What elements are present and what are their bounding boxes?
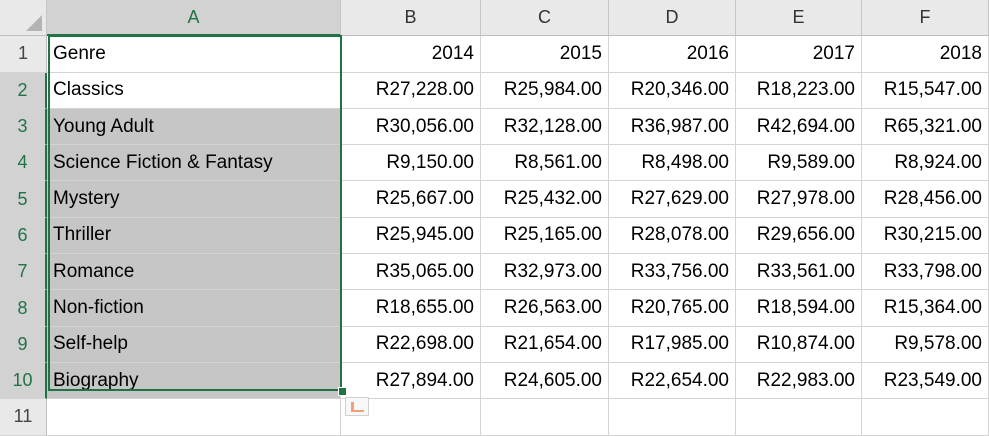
row-header-1[interactable]: 1 xyxy=(0,36,47,73)
row-header-5[interactable]: 5 xyxy=(0,181,47,218)
cell-a3[interactable]: Young Adult xyxy=(47,108,341,146)
cell-a7[interactable]: Romance xyxy=(47,254,341,291)
cell-d4[interactable]: R8,498.00 xyxy=(609,145,736,182)
row-header-8[interactable]: 8 xyxy=(0,290,47,327)
cell-a11[interactable] xyxy=(47,399,341,436)
cell-f2[interactable]: R15,547.00 xyxy=(862,72,989,109)
cell-b6[interactable]: R25,945.00 xyxy=(341,217,481,255)
row-header-9[interactable]: 9 xyxy=(0,326,47,363)
cell-f6[interactable]: R30,215.00 xyxy=(862,217,989,255)
cell-e5[interactable]: R27,978.00 xyxy=(736,181,862,218)
cell-f4[interactable]: R8,924.00 xyxy=(862,145,989,182)
cell-e10[interactable]: R22,983.00 xyxy=(736,362,862,400)
column-header-e[interactable]: E xyxy=(736,0,862,37)
cell-b2[interactable]: R27,228.00 xyxy=(341,72,481,109)
cell-e7[interactable]: R33,561.00 xyxy=(736,254,862,291)
cell-c6[interactable]: R25,165.00 xyxy=(481,217,609,255)
cell-b3[interactable]: R30,056.00 xyxy=(341,108,481,146)
cell-f1[interactable]: 2018 xyxy=(862,36,989,73)
column-header-f[interactable]: F xyxy=(862,0,989,37)
quick-analysis-icon[interactable] xyxy=(345,397,369,416)
column-header-b[interactable]: B xyxy=(341,0,481,37)
cell-e3[interactable]: R42,694.00 xyxy=(736,108,862,146)
cell-c4[interactable]: R8,561.00 xyxy=(481,145,609,182)
cell-a10[interactable]: Biography xyxy=(47,362,341,400)
cell-d11[interactable] xyxy=(609,399,736,436)
cell-b4[interactable]: R9,150.00 xyxy=(341,145,481,182)
cell-c7[interactable]: R32,973.00 xyxy=(481,254,609,291)
cell-e2[interactable]: R18,223.00 xyxy=(736,72,862,109)
cell-d8[interactable]: R20,765.00 xyxy=(609,290,736,327)
fill-handle[interactable] xyxy=(338,387,347,396)
cell-e11[interactable] xyxy=(736,399,862,436)
cell-d3[interactable]: R36,987.00 xyxy=(609,108,736,146)
cell-c5[interactable]: R25,432.00 xyxy=(481,181,609,218)
row-header-2[interactable]: 2 xyxy=(0,72,47,109)
cell-c9[interactable]: R21,654.00 xyxy=(481,326,609,363)
row-header-4[interactable]: 4 xyxy=(0,145,47,182)
column-header-d[interactable]: D xyxy=(609,0,736,37)
cell-f8[interactable]: R15,364.00 xyxy=(862,290,989,327)
cell-f10[interactable]: R23,549.00 xyxy=(862,362,989,400)
cell-e9[interactable]: R10,874.00 xyxy=(736,326,862,363)
row-header-7[interactable]: 7 xyxy=(0,254,47,291)
cell-b7[interactable]: R35,065.00 xyxy=(341,254,481,291)
cell-e8[interactable]: R18,594.00 xyxy=(736,290,862,327)
cell-d6[interactable]: R28,078.00 xyxy=(609,217,736,255)
cell-a1[interactable]: Genre xyxy=(47,36,341,73)
cell-d2[interactable]: R20,346.00 xyxy=(609,72,736,109)
cell-c2[interactable]: R25,984.00 xyxy=(481,72,609,109)
row-header-11[interactable]: 11 xyxy=(0,399,47,436)
cell-b5[interactable]: R25,667.00 xyxy=(341,181,481,218)
cell-c1[interactable]: 2015 xyxy=(481,36,609,73)
row-header-6[interactable]: 6 xyxy=(0,217,47,255)
cell-e1[interactable]: 2017 xyxy=(736,36,862,73)
cell-f7[interactable]: R33,798.00 xyxy=(862,254,989,291)
cell-c10[interactable]: R24,605.00 xyxy=(481,362,609,400)
cell-c8[interactable]: R26,563.00 xyxy=(481,290,609,327)
select-all-corner[interactable] xyxy=(0,0,47,37)
cell-d5[interactable]: R27,629.00 xyxy=(609,181,736,218)
cell-f3[interactable]: R65,321.00 xyxy=(862,108,989,146)
cell-d1[interactable]: 2016 xyxy=(609,36,736,73)
column-header-a[interactable]: A xyxy=(47,0,341,37)
cell-b8[interactable]: R18,655.00 xyxy=(341,290,481,327)
row-header-10[interactable]: 10 xyxy=(0,362,47,400)
cell-a9[interactable]: Self-help xyxy=(47,326,341,363)
cell-d7[interactable]: R33,756.00 xyxy=(609,254,736,291)
cell-a2[interactable]: Classics xyxy=(47,72,341,109)
cell-b9[interactable]: R22,698.00 xyxy=(341,326,481,363)
select-all-triangle-icon[interactable] xyxy=(26,15,42,32)
cell-f11[interactable] xyxy=(862,399,989,436)
cell-a5[interactable]: Mystery xyxy=(47,181,341,218)
row-header-3[interactable]: 3 xyxy=(0,108,47,146)
cell-b10[interactable]: R27,894.00 xyxy=(341,362,481,400)
cell-a4[interactable]: Science Fiction & Fantasy xyxy=(47,145,341,182)
cell-f9[interactable]: R9,578.00 xyxy=(862,326,989,363)
cell-e4[interactable]: R9,589.00 xyxy=(736,145,862,182)
cell-d9[interactable]: R17,985.00 xyxy=(609,326,736,363)
cell-b1[interactable]: 2014 xyxy=(341,36,481,73)
spreadsheet-grid: A B C D E F 1 Genre 2014 2015 2016 2017 2018 2 C… xyxy=(0,0,989,436)
column-header-c[interactable]: C xyxy=(481,0,609,37)
cell-e6[interactable]: R29,656.00 xyxy=(736,217,862,255)
cell-a6[interactable]: Thriller xyxy=(47,217,341,255)
cell-f5[interactable]: R28,456.00 xyxy=(862,181,989,218)
cell-c3[interactable]: R32,128.00 xyxy=(481,108,609,146)
cell-d10[interactable]: R22,654.00 xyxy=(609,362,736,400)
cell-a8[interactable]: Non-fiction xyxy=(47,290,341,327)
cell-c11[interactable] xyxy=(481,399,609,436)
